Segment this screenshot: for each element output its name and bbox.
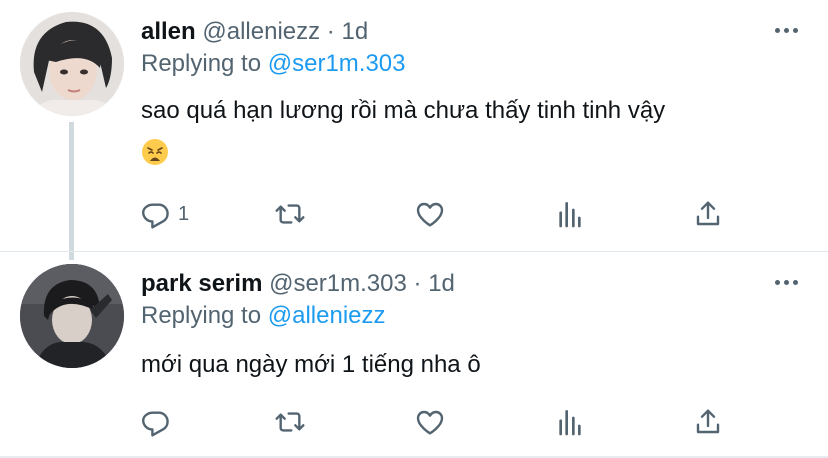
thread-connector-line bbox=[69, 122, 74, 260]
tweet-text: sao quá hạn lương rồi mà chưa thấy tinh … bbox=[141, 97, 666, 124]
timestamp[interactable]: 1d bbox=[428, 270, 455, 297]
timestamp[interactable]: 1d bbox=[341, 18, 368, 45]
separator: · bbox=[413, 270, 422, 297]
like-icon bbox=[416, 410, 444, 435]
reply-button[interactable]: 1 bbox=[140, 196, 189, 232]
tweet-actions bbox=[140, 404, 740, 440]
display-name[interactable]: park serim bbox=[141, 270, 262, 297]
reply-count: 1 bbox=[178, 202, 190, 225]
replying-to: Replying to @alleniezz bbox=[141, 300, 386, 332]
avatar-photo bbox=[20, 264, 124, 368]
replying-to-label: Replying to bbox=[141, 50, 262, 77]
retweet-button[interactable] bbox=[274, 196, 306, 232]
reply-icon bbox=[142, 203, 169, 229]
share-button[interactable] bbox=[692, 196, 724, 232]
separator: · bbox=[326, 18, 335, 45]
more-icon bbox=[774, 27, 780, 33]
replying-to: Replying to @ser1m.303 bbox=[141, 48, 406, 80]
stats-icon bbox=[559, 410, 581, 436]
share-button[interactable] bbox=[692, 404, 724, 440]
more-options-button[interactable] bbox=[772, 20, 800, 40]
tweet-actions: 1 bbox=[140, 196, 740, 232]
reply-button[interactable] bbox=[140, 404, 178, 440]
avatar[interactable] bbox=[20, 264, 124, 368]
share-icon bbox=[696, 201, 720, 226]
tweet-header: allen @alleniezz · 1d bbox=[141, 16, 368, 48]
tweet[interactable]: allen @alleniezz · 1d Replying to @ser1m… bbox=[0, 0, 828, 260]
tweet-header: park serim @ser1m.303 · 1d bbox=[141, 268, 455, 300]
reply-icon bbox=[142, 411, 169, 437]
retweet-icon bbox=[275, 204, 305, 224]
stats-button[interactable] bbox=[554, 404, 586, 440]
retweet-icon bbox=[275, 412, 305, 432]
user-handle[interactable]: @ser1m.303 bbox=[269, 270, 407, 297]
mention-link[interactable]: @ser1m.303 bbox=[268, 50, 406, 77]
display-name[interactable]: allen bbox=[141, 18, 196, 45]
tweet[interactable]: park serim @ser1m.303 · 1d Replying to @… bbox=[0, 252, 828, 458]
like-icon bbox=[416, 202, 444, 227]
retweet-button[interactable] bbox=[274, 404, 306, 440]
tweet-text: mới qua ngày mới 1 tiếng nha ô bbox=[141, 351, 481, 378]
replying-to-label: Replying to bbox=[141, 302, 262, 329]
avatar-photo bbox=[20, 12, 124, 116]
user-handle[interactable]: @alleniezz bbox=[202, 18, 320, 45]
share-icon bbox=[696, 409, 720, 434]
more-icon bbox=[774, 279, 780, 285]
like-button[interactable] bbox=[414, 196, 446, 232]
more-options-button[interactable] bbox=[772, 272, 800, 292]
stats-icon bbox=[559, 202, 581, 228]
avatar[interactable] bbox=[20, 12, 124, 116]
like-button[interactable] bbox=[414, 404, 446, 440]
weary-face-emoji bbox=[142, 139, 168, 165]
stats-button[interactable] bbox=[554, 196, 586, 232]
mention-link[interactable]: @alleniezz bbox=[268, 302, 386, 329]
